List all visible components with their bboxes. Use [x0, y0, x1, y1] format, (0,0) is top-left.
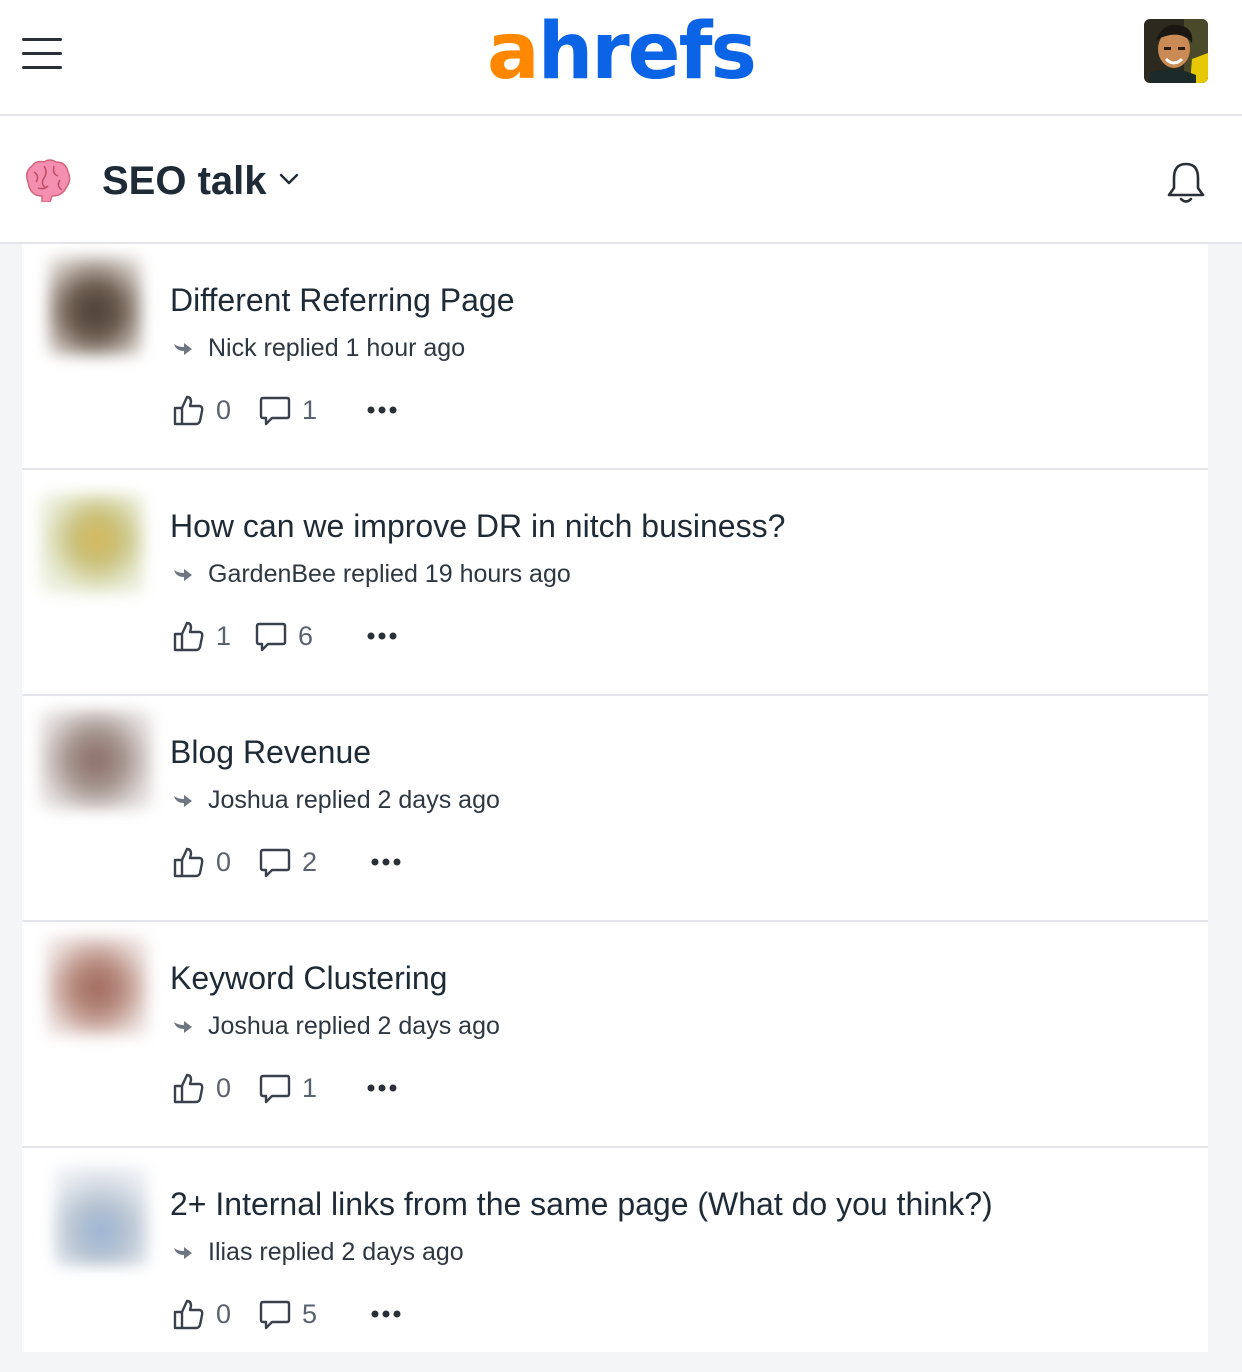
- thread-last-reply: Nick replied 1 hour ago: [172, 332, 465, 364]
- reply-arrow-icon: [174, 1021, 192, 1034]
- thread-author-avatar: [48, 256, 142, 356]
- like-count: 0: [216, 1073, 232, 1103]
- comment-button[interactable]: 1: [258, 1068, 317, 1108]
- comment-count: 1: [302, 1073, 318, 1103]
- comment-bubble-icon: [259, 1074, 291, 1104]
- like-count: 0: [216, 1299, 232, 1329]
- comment-button[interactable]: 6: [254, 616, 313, 656]
- reply-arrow-icon: [174, 569, 192, 582]
- like-button[interactable]: 0: [172, 842, 231, 882]
- thread-list-item[interactable]: Blog Revenue Joshua replied 2 days ago 0…: [22, 696, 1208, 922]
- like-count: 0: [216, 395, 232, 425]
- logo-letter-a: a: [487, 7, 540, 97]
- thread-list: Different Referring Page Nick replied 1 …: [22, 244, 1208, 1352]
- thread-last-reply: Joshua replied 2 days ago: [172, 1010, 500, 1042]
- thread-list-item[interactable]: How can we improve DR in nitch business?…: [22, 470, 1208, 696]
- thread-list-item[interactable]: 2+ Internal links from the same page (Wh…: [22, 1148, 1208, 1372]
- like-count: 1: [216, 621, 232, 651]
- thread-last-reply: GardenBee replied 19 hours ago: [172, 558, 571, 590]
- brain-icon: [25, 159, 71, 202]
- like-button[interactable]: 1: [172, 616, 231, 656]
- thread-list-item[interactable]: Keyword Clustering Joshua replied 2 days…: [22, 922, 1208, 1148]
- comment-count: 1: [302, 395, 318, 425]
- thread-title[interactable]: Keyword Clustering: [170, 958, 447, 998]
- reply-arrow-icon: [174, 343, 192, 356]
- user-avatar[interactable]: [1144, 19, 1208, 83]
- comment-count: 5: [302, 1299, 318, 1329]
- thumbs-up-icon: [173, 621, 204, 652]
- comment-count: 6: [298, 621, 314, 651]
- reply-arrow-icon: [174, 795, 192, 808]
- thread-title[interactable]: 2+ Internal links from the same page (Wh…: [170, 1184, 993, 1224]
- like-count: 0: [216, 847, 232, 877]
- top-navigation-bar: ahrefs: [0, 0, 1242, 116]
- ahrefs-logo[interactable]: ahrefs: [0, 4, 1242, 100]
- thread-actions: 0 2: [172, 842, 572, 882]
- comment-button[interactable]: 1: [258, 390, 317, 430]
- comment-bubble-icon: [259, 848, 291, 878]
- forum-title[interactable]: SEO talk: [102, 155, 267, 207]
- thread-title[interactable]: How can we improve DR in nitch business?: [170, 506, 785, 546]
- thread-list-item[interactable]: Different Referring Page Nick replied 1 …: [22, 244, 1208, 470]
- reply-arrow-icon: [174, 1247, 192, 1260]
- comment-bubble-icon: [259, 1300, 291, 1330]
- thread-author-avatar: [46, 936, 148, 1036]
- last-reply-text: Joshua replied 2 days ago: [208, 786, 500, 814]
- thumbs-up-icon: [173, 1299, 204, 1330]
- last-reply-text: Nick replied 1 hour ago: [208, 334, 466, 362]
- more-options-icon[interactable]: [366, 1082, 398, 1094]
- last-reply-text: Ilias replied 2 days ago: [208, 1238, 464, 1266]
- logo-letters-hrefs: hrefs: [537, 7, 757, 97]
- comment-button[interactable]: 2: [258, 842, 317, 882]
- thread-actions: 0 1: [172, 390, 572, 430]
- thread-title[interactable]: Blog Revenue: [170, 732, 371, 772]
- thread-actions: 1 6: [172, 616, 572, 656]
- thread-title[interactable]: Different Referring Page: [170, 280, 514, 320]
- more-options-icon[interactable]: [366, 404, 398, 416]
- like-button[interactable]: 0: [172, 390, 231, 430]
- thumbs-up-icon: [173, 1073, 204, 1104]
- more-options-icon[interactable]: [370, 1308, 402, 1320]
- thread-last-reply: Ilias replied 2 days ago: [172, 1236, 464, 1268]
- thread-actions: 0 1: [172, 1068, 572, 1108]
- thread-actions: 0 5: [172, 1294, 572, 1334]
- thumbs-up-icon: [173, 395, 204, 426]
- last-reply-text: Joshua replied 2 days ago: [208, 1012, 500, 1040]
- comment-count: 2: [302, 847, 318, 877]
- thread-last-reply: Joshua replied 2 days ago: [172, 784, 500, 816]
- comment-button[interactable]: 5: [258, 1294, 317, 1334]
- like-button[interactable]: 0: [172, 1294, 231, 1334]
- comment-bubble-icon: [255, 622, 287, 652]
- comment-bubble-icon: [259, 396, 291, 426]
- thread-author-avatar: [40, 494, 144, 594]
- thumbs-up-icon: [173, 847, 204, 878]
- thread-author-avatar: [40, 710, 152, 810]
- last-reply-text: GardenBee replied 19 hours ago: [208, 560, 571, 588]
- chevron-down-icon[interactable]: [278, 168, 300, 190]
- bell-icon[interactable]: [1165, 160, 1207, 206]
- more-options-icon[interactable]: [366, 630, 398, 642]
- like-button[interactable]: 0: [172, 1068, 231, 1108]
- more-options-icon[interactable]: [370, 856, 402, 868]
- thread-author-avatar: [54, 1166, 148, 1266]
